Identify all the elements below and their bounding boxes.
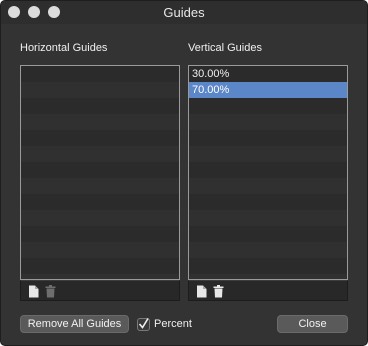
remove-all-guides-button[interactable]: Remove All Guides [20,315,129,333]
horizontal-guides-label: Horizontal Guides [20,42,108,54]
new-document-icon[interactable] [26,284,40,298]
percent-label: Percent [154,318,192,330]
percent-checkbox[interactable] [137,317,150,331]
title-bar: Guides [1,1,367,24]
list-item[interactable]: 30.00% [189,66,347,82]
trash-icon[interactable] [211,284,225,298]
close-button[interactable]: Close [277,315,348,333]
vertical-guides-label: Vertical Guides [188,42,262,54]
percent-checkbox-row[interactable]: Percent [137,315,192,333]
guides-dialog: Guides Horizontal Guides Vertical Guides… [0,0,368,346]
window-title: Guides [163,5,205,20]
horizontal-list-toolbar [20,280,180,301]
trash-icon[interactable] [43,284,57,298]
horizontal-guides-list[interactable] [20,65,180,280]
list-item[interactable]: 70.00% [189,82,347,98]
vertical-list-toolbar [188,280,348,301]
new-document-icon[interactable] [194,284,208,298]
vertical-guides-list[interactable]: 30.00% 70.00% [188,65,348,280]
